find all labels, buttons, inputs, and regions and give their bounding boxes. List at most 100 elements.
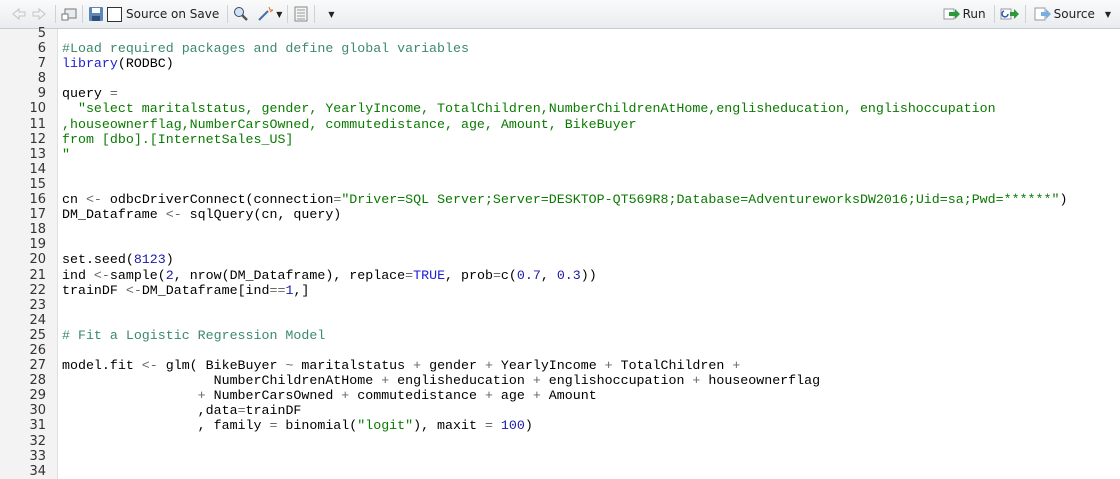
code-token: <- (85, 192, 102, 208)
line-text: # Fit a Logistic Regression Model (46, 328, 325, 343)
code-token: model.fit (62, 358, 142, 374)
code-line[interactable]: 14 (0, 162, 1067, 177)
line-number: 33 (29, 448, 46, 464)
code-token: <- (165, 207, 182, 223)
line-text: NumberChildrenAtHome + englisheducation … (46, 373, 821, 389)
line-number: 34 (29, 463, 46, 479)
code-token: = (405, 267, 414, 283)
code-token: <- (93, 267, 110, 283)
line-text: + NumberCarsOwned + commutedistance + ag… (46, 388, 597, 403)
code-token: ) (1059, 192, 1068, 208)
code-line[interactable]: 19 (0, 237, 1067, 252)
line-text: ind <-sample(2, nrow(DM_Dataframe), repl… (46, 268, 597, 283)
code-token: + (381, 373, 390, 389)
chevron-down-icon[interactable]: ▼ (276, 10, 282, 19)
code-line[interactable]: 28 NumberChildrenAtHome + englisheducati… (0, 373, 1067, 388)
code-line[interactable]: 9 query = (0, 86, 1067, 101)
source-button[interactable]: Source ▼ (1031, 3, 1120, 25)
search-icon[interactable] (233, 6, 249, 22)
line-number: 9 (37, 86, 46, 102)
line-number: 5 (37, 26, 46, 41)
code-line[interactable]: 26 (0, 343, 1067, 358)
code-line[interactable]: 22 trainDF <-DM_Dataframe[ind==1,] (0, 283, 1067, 298)
code-line[interactable]: 34 (0, 464, 1067, 479)
line-text: from [dbo].[InternetSales_US] (46, 132, 293, 147)
code-token: + (732, 358, 741, 374)
code-token: (RODBC) (117, 56, 174, 72)
line-text: set.seed(8123) (46, 252, 174, 267)
back-arrow-icon[interactable] (11, 6, 27, 22)
code-token: 0.7 (516, 267, 541, 283)
code-token: + (197, 388, 206, 404)
code-line[interactable]: 27 model.fit <- glm( BikeBuyer ~ maritals… (0, 358, 1067, 373)
code-line[interactable]: 20 set.seed(8123) (0, 252, 1067, 267)
code-line[interactable]: 5 (0, 26, 1067, 41)
code-token: YearlyIncome (492, 358, 605, 374)
source-on-save-toggle[interactable]: Source on Save (104, 3, 222, 25)
code-line[interactable]: 11 ,houseownerflag,NumberCarsOwned, commu… (0, 117, 1067, 132)
source-on-save-label: Source on Save (126, 7, 220, 21)
code-token: NumberCarsOwned (205, 388, 342, 404)
code-token: 2 (165, 267, 174, 283)
code-line[interactable]: 16 cn <- odbcDriverConnect(connection="Dr… (0, 192, 1067, 207)
code-line[interactable]: 12 from [dbo].[InternetSales_US] (0, 132, 1067, 147)
line-text (46, 26, 62, 41)
code-token: 0.3 (556, 267, 581, 283)
code-line[interactable]: 25 # Fit a Logistic Regression Model (0, 328, 1067, 343)
code-line[interactable]: 13 " (0, 147, 1067, 162)
chevron-down-icon[interactable]: ▼ (1105, 10, 1111, 19)
code-token: englishoccupation (540, 373, 693, 389)
code-line[interactable]: 7 library(RODBC) (0, 56, 1067, 71)
magic-wand-icon[interactable] (257, 6, 275, 22)
line-text: , family = binomial("logit"), maxit = 10… (46, 418, 533, 433)
line-number: 29 (29, 388, 46, 404)
code-line[interactable]: 29 + NumberCarsOwned + commutedistance +… (0, 388, 1067, 403)
code-line[interactable]: 33 (0, 449, 1067, 464)
editor-toolbar: Source on Save ▼ ▼ Run Source ▼ (0, 0, 1120, 29)
line-number: 21 (29, 267, 46, 283)
line-number: 6 (37, 41, 46, 57)
code-token: set.seed( (62, 252, 134, 268)
code-line[interactable]: 10 "select maritalstatus, gender, Yearly… (0, 101, 1067, 116)
line-text: cn <- odbcDriverConnect(connection="Driv… (46, 192, 1067, 207)
line-number: 16 (29, 192, 46, 208)
line-text (46, 162, 62, 177)
line-number: 32 (29, 433, 46, 449)
code-token: <- (141, 358, 158, 374)
line-text: #Load required packages and define globa… (46, 41, 469, 56)
run-label: Run (962, 7, 986, 21)
code-token: 8123 (133, 252, 166, 268)
line-number: 23 (29, 297, 46, 313)
save-icon[interactable] (88, 6, 104, 22)
code-line[interactable]: 21 ind <-sample(2, nrow(DM_Dataframe), re… (0, 268, 1067, 283)
line-text (46, 298, 62, 313)
code-token: query (62, 86, 110, 102)
show-in-window-icon[interactable] (61, 6, 77, 22)
source-on-save-checkbox[interactable] (107, 6, 122, 22)
forward-arrow-icon[interactable] (31, 6, 47, 22)
code-line[interactable]: 32 (0, 434, 1067, 449)
code-line[interactable]: 8 (0, 71, 1067, 86)
code-token: ,data (62, 403, 238, 419)
code-token: c( (500, 267, 517, 283)
chevron-down-icon[interactable]: ▼ (328, 10, 334, 19)
code-line[interactable]: 31 , family = binomial("logit"), maxit =… (0, 418, 1067, 433)
compile-report-icon[interactable] (293, 6, 309, 22)
run-button[interactable]: Run (940, 3, 989, 25)
code-token: sqlQuery(cn, query) (181, 207, 342, 223)
rerun-icon[interactable] (1000, 6, 1020, 22)
code-line[interactable]: 23 (0, 298, 1067, 313)
code-line[interactable]: 30 ,data=trainDF (0, 403, 1067, 418)
code-token: TRUE (413, 267, 446, 283)
code-token: ,houseownerflag,NumberCarsOwned, commute… (62, 116, 637, 132)
code-line[interactable]: 15 (0, 177, 1067, 192)
code-line[interactable]: 17 DM_Dataframe <- sqlQuery(cn, query) (0, 207, 1067, 222)
code-line[interactable]: 18 (0, 222, 1067, 237)
code-line[interactable]: 24 (0, 313, 1067, 328)
line-text: library(RODBC) (46, 56, 174, 71)
line-number: 17 (29, 207, 46, 223)
code-editor[interactable]: 5 6 #Load required packages and define glo… (0, 26, 1067, 479)
run-icon (943, 6, 960, 22)
code-line[interactable]: 6 #Load required packages and define glob… (0, 41, 1067, 56)
